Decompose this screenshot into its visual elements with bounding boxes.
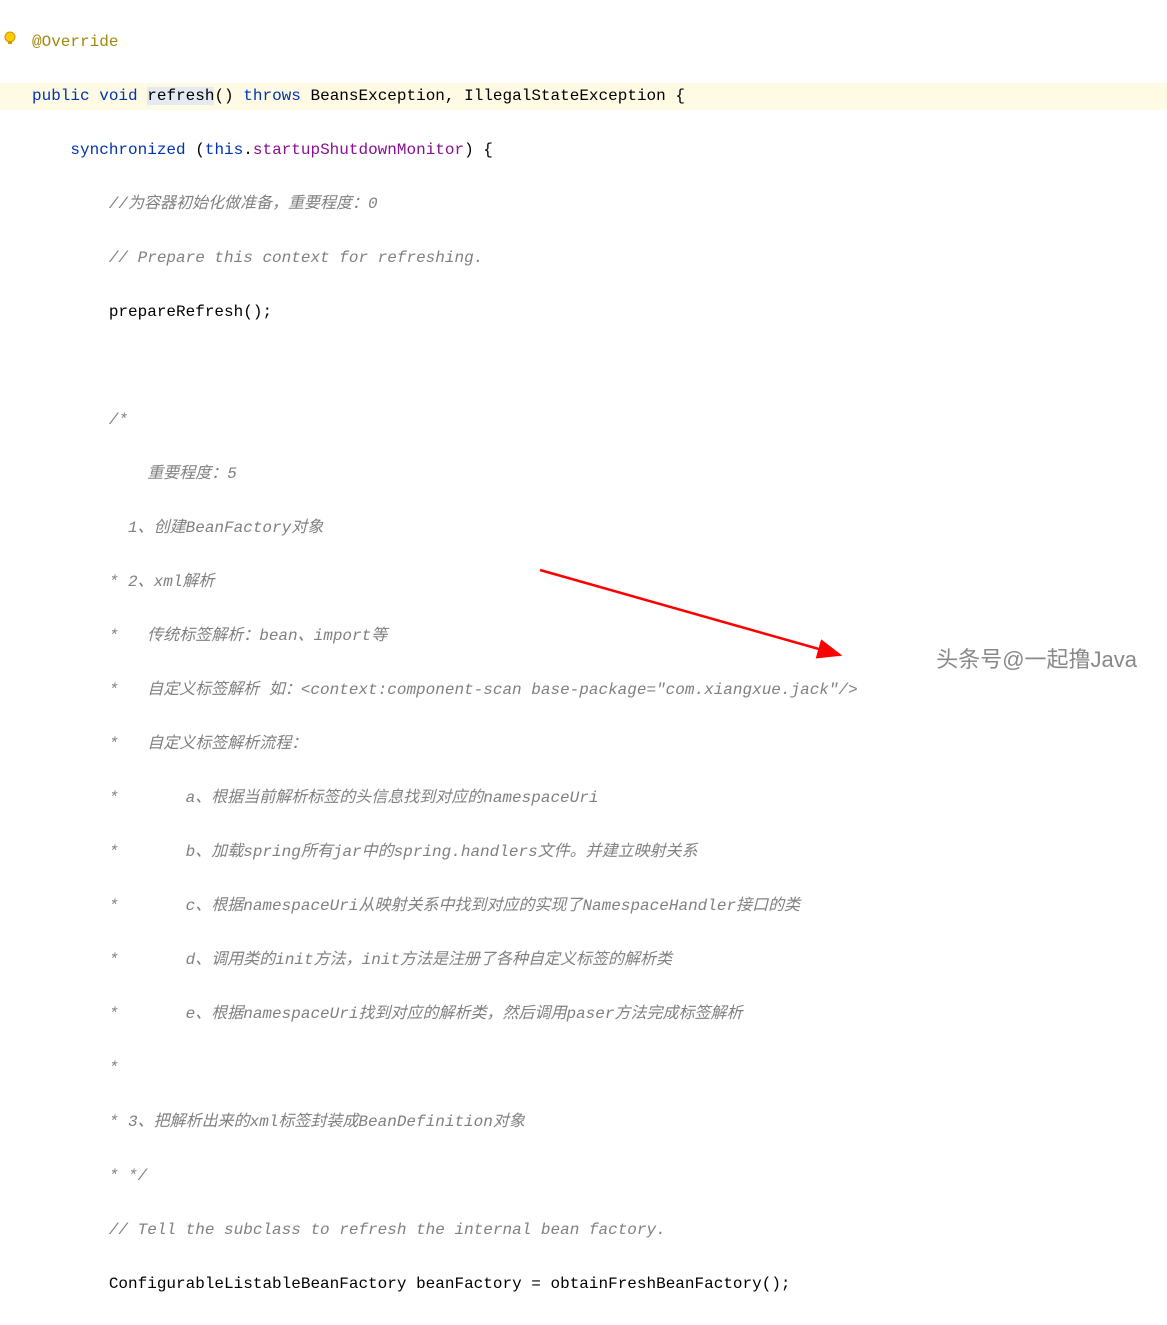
code-line: * 2、xml解析 xyxy=(32,569,1167,596)
code-line: // Prepare this context for refreshing. xyxy=(32,245,1167,272)
code-line: * b、加载spring所有jar中的spring.handlers文件。并建立… xyxy=(32,839,1167,866)
comment: * c、根据namespaceUri从映射关系中找到对应的实现了Namespac… xyxy=(109,897,800,915)
comment: * 2、xml解析 xyxy=(109,573,215,591)
code-line: 重要程度：5 xyxy=(32,461,1167,488)
comment: * a、根据当前解析标签的头信息找到对应的namespaceUri xyxy=(109,789,599,807)
field-ref: startupShutdownMonitor xyxy=(253,141,464,159)
code-line: * d、调用类的init方法，init方法是注册了各种自定义标签的解析类 xyxy=(32,947,1167,974)
code-line: * c、根据namespaceUri从映射关系中找到对应的实现了Namespac… xyxy=(32,893,1167,920)
comment: * 自定义标签解析 如：<context:component-scan base… xyxy=(109,681,858,699)
code-line: prepareRefresh(); xyxy=(32,299,1167,326)
parentheses: () xyxy=(214,87,233,105)
comment: // Tell the subclass to refresh the inte… xyxy=(109,1221,666,1239)
comment: * 传统标签解析：bean、import等 xyxy=(109,627,387,645)
code-line: //为容器初始化做准备，重要程度：0 xyxy=(32,191,1167,218)
code-line: * a、根据当前解析标签的头信息找到对应的namespaceUri xyxy=(32,785,1167,812)
keyword-this: this xyxy=(205,141,243,159)
comment: * xyxy=(109,1059,119,1077)
code-line: * */ xyxy=(32,1163,1167,1190)
method-call: obtainFreshBeanFactory(); xyxy=(550,1275,790,1293)
exception-list: BeansException, IllegalStateException { xyxy=(310,87,684,105)
code-line: * e、根据namespaceUri找到对应的解析类，然后调用paser方法完成… xyxy=(32,1001,1167,1028)
comment: * 3、把解析出来的xml标签封装成BeanDefinition对象 xyxy=(109,1113,525,1131)
paren-brace: ) { xyxy=(464,141,493,159)
code-line: synchronized (this.startupShutdownMonito… xyxy=(32,137,1167,164)
comment: * d、调用类的init方法，init方法是注册了各种自定义标签的解析类 xyxy=(109,951,672,969)
keyword-synchronized: synchronized xyxy=(70,141,185,159)
comment: //为容器初始化做准备，重要程度：0 xyxy=(109,195,378,213)
keyword-throws: throws xyxy=(243,87,301,105)
code-line: /* xyxy=(32,407,1167,434)
code-line: * 自定义标签解析 如：<context:component-scan base… xyxy=(32,677,1167,704)
comment: * */ xyxy=(109,1167,147,1185)
code-line: * 自定义标签解析流程： xyxy=(32,731,1167,758)
comment: // Prepare this context for refreshing. xyxy=(109,249,483,267)
code-line-highlighted: public void refresh() throws BeansExcept… xyxy=(0,83,1167,110)
method-name: refresh xyxy=(147,87,214,105)
keyword-void: void xyxy=(99,87,137,105)
code-line: * 3、把解析出来的xml标签封装成BeanDefinition对象 xyxy=(32,1109,1167,1136)
code-line: @Override xyxy=(32,29,1167,56)
keyword-public: public xyxy=(32,87,90,105)
code-line: 1、创建BeanFactory对象 xyxy=(32,515,1167,542)
watermark-text: 头条号@一起撸Java xyxy=(936,642,1137,674)
comment: * 自定义标签解析流程： xyxy=(109,735,307,753)
annotation: @Override xyxy=(32,33,118,51)
method-call: prepareRefresh(); xyxy=(109,303,272,321)
paren: ( xyxy=(195,141,205,159)
comment: 1、创建BeanFactory对象 xyxy=(109,519,323,537)
code-line xyxy=(32,353,1167,380)
intention-bulb-icon[interactable] xyxy=(2,30,18,46)
code-line: ConfigurableListableBeanFactory beanFact… xyxy=(32,1271,1167,1298)
comment: 重要程度：5 xyxy=(109,465,237,483)
dot: . xyxy=(243,141,253,159)
comment: /* xyxy=(109,411,128,429)
comment: * e、根据namespaceUri找到对应的解析类，然后调用paser方法完成… xyxy=(109,1005,743,1023)
code-line: // Tell the subclass to refresh the inte… xyxy=(32,1217,1167,1244)
code-line: * xyxy=(32,1055,1167,1082)
declaration: ConfigurableListableBeanFactory beanFact… xyxy=(109,1275,551,1293)
comment: * b、加载spring所有jar中的spring.handlers文件。并建立… xyxy=(109,843,698,861)
